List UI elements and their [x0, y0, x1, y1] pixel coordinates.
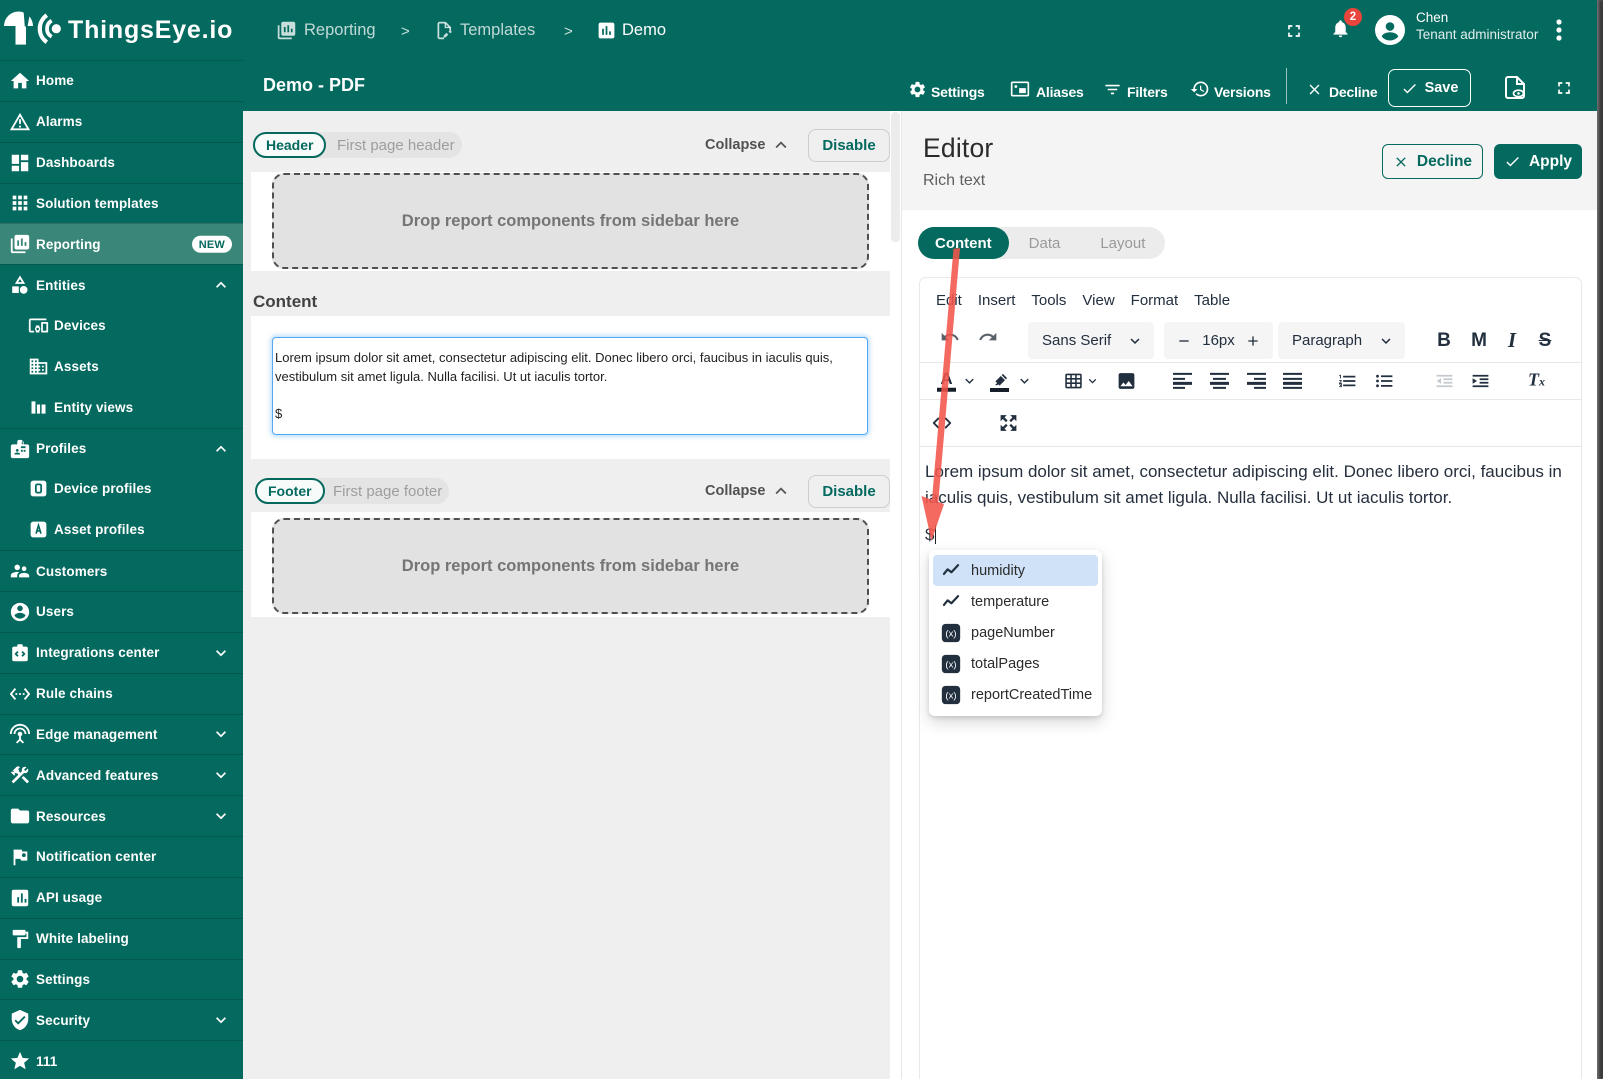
svg-text:(x): (x): [945, 691, 956, 702]
svg-text:(x): (x): [945, 660, 956, 671]
svg-text:(x): (x): [945, 628, 956, 639]
